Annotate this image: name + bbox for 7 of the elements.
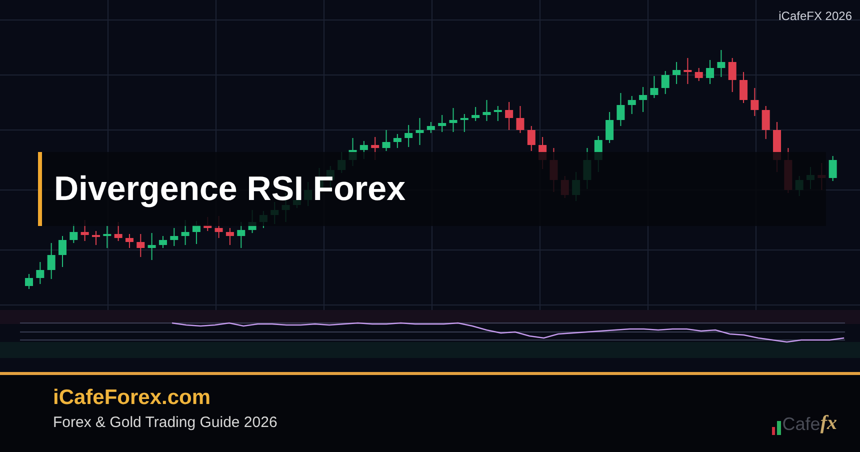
candles-icon	[772, 421, 782, 435]
site-name: iCafeForex.com	[53, 385, 212, 412]
logo-accent: fx	[820, 411, 837, 436]
logo-text: Cafe	[782, 413, 820, 436]
watermark-text: iCafeFX 2026	[778, 8, 852, 25]
tagline: Forex & Gold Trading Guide 2026	[53, 412, 278, 432]
page-title: Divergence RSI Forex	[54, 168, 406, 210]
